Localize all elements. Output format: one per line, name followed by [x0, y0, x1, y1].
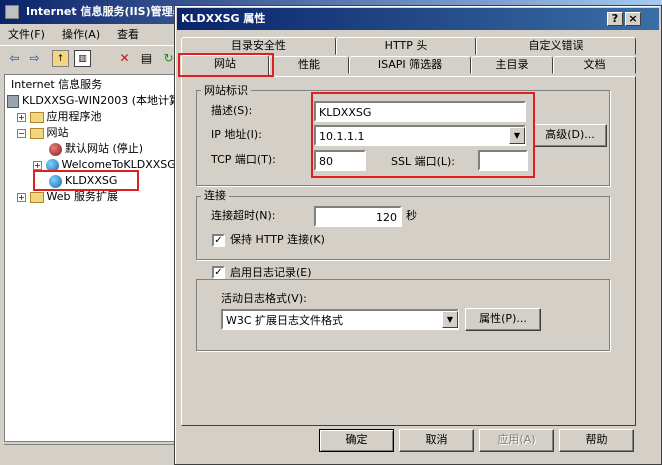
description-label: 描述(S):	[211, 104, 253, 117]
log-properties-button[interactable]: 属性(P)...	[465, 308, 541, 331]
tree-app-pools-label: 应用程序池	[46, 110, 102, 123]
log-properties-label: 属性(P)...	[479, 312, 527, 325]
connection-legend: 连接	[201, 189, 229, 202]
dialog-title-bar[interactable]: KLDXXSG 属性	[177, 8, 659, 30]
menu-file[interactable]: 文件(F)	[8, 27, 45, 43]
show-tree-icon[interactable]: ▥	[74, 50, 91, 67]
logging-legend[interactable]: 启用日志记录(E)	[227, 266, 315, 279]
folder-icon	[29, 127, 44, 139]
timeout-input[interactable]: 120	[314, 206, 402, 227]
menu-action[interactable]: 操作(A)	[62, 27, 100, 43]
website-icon	[49, 174, 62, 188]
folder-icon	[29, 111, 44, 123]
tree-item-welcome-site[interactable]: + WelcomeToKLDXXSG	[33, 157, 176, 173]
cancel-button-label: 取消	[425, 433, 448, 446]
iis-manager-icon	[5, 5, 19, 19]
apply-button-label: 应用(A)	[497, 433, 536, 446]
folder-icon	[29, 191, 44, 203]
tab-directory-security[interactable]: 目录安全性	[181, 37, 336, 55]
tab-website[interactable]: 网站	[181, 55, 269, 75]
tree-panel: Internet 信息服务 KLDXXSG-WIN2003 (本地计算 + 应用…	[4, 74, 180, 442]
main-window-title: Internet 信息服务(IIS)管理器	[26, 5, 184, 18]
tree-root-label: Internet 信息服务	[11, 78, 103, 91]
tree-websites-label: 网站	[46, 126, 69, 139]
server-icon	[7, 94, 19, 108]
ip-address-label: IP 地址(I):	[211, 128, 262, 141]
timeout-unit: 秒	[406, 209, 417, 222]
ssl-port-input[interactable]	[478, 150, 528, 171]
enable-logging-checkbox[interactable]: ✓	[212, 266, 225, 279]
tab-performance[interactable]: 性能	[269, 56, 349, 74]
properties-icon[interactable]: ▤	[138, 50, 155, 67]
website-icon	[45, 158, 59, 172]
tree-item-root[interactable]: Internet 信息服务	[11, 77, 102, 93]
tree-item-default-site[interactable]: 默认网站 (停止)	[49, 141, 143, 157]
tree-default-site-label: 默认网站 (停止)	[65, 142, 144, 155]
tcp-port-input[interactable]: 80	[314, 150, 366, 171]
keepalive-checkbox[interactable]: ✓	[212, 234, 225, 247]
log-format-combo[interactable]: W3C 扩展日志文件格式	[221, 309, 459, 330]
help-button-label: 帮助	[585, 433, 608, 446]
menu-view[interactable]: 查看	[117, 27, 139, 43]
tree-server-label: KLDXXSG-WIN2003 (本地计算	[22, 94, 181, 107]
ip-address-combo[interactable]: 10.1.1.1	[314, 125, 526, 146]
advanced-button-label: 高级(D)...	[545, 128, 595, 141]
chevron-down-icon[interactable]: ▼	[509, 127, 525, 144]
back-icon[interactable]: ⇦	[6, 50, 23, 67]
collapse-icon[interactable]: −	[17, 128, 26, 138]
tree-item-server[interactable]: KLDXXSG-WIN2003 (本地计算	[7, 93, 180, 109]
tree-welcome-site-label: WelcomeToKLDXXSG	[61, 158, 176, 171]
ok-button-label: 确定	[345, 433, 368, 446]
forward-icon[interactable]: ⇨	[26, 50, 43, 67]
dialog-help-button[interactable]: ?	[607, 12, 623, 26]
properties-dialog: KLDXXSG 属性 ? × 目录安全性 HTTP 头 自定义错误 网站 性能 …	[174, 5, 662, 465]
advanced-button[interactable]: 高级(D)...	[533, 124, 607, 147]
log-format-label: 活动日志格式(V):	[221, 292, 307, 305]
tab-home-directory[interactable]: 主目录	[471, 56, 553, 74]
ssl-port-label: SSL 端口(L):	[391, 155, 456, 168]
expand-icon[interactable]: +	[33, 160, 42, 170]
ok-button[interactable]: 确定	[319, 429, 394, 452]
stopped-site-icon	[49, 142, 62, 156]
tree-item-app-pools[interactable]: + 应用程序池	[17, 109, 102, 125]
expand-icon[interactable]: +	[17, 192, 26, 202]
dialog-close-button[interactable]: ×	[625, 12, 641, 26]
up-folder-icon[interactable]: ↑	[52, 50, 69, 67]
expand-icon[interactable]: +	[17, 112, 26, 122]
ip-address-value: 10.1.1.1	[319, 130, 365, 143]
tab-isapi-filters[interactable]: ISAPI 筛选器	[349, 56, 471, 74]
chevron-down-icon[interactable]: ▼	[442, 311, 458, 328]
site-id-legend: 网站标识	[201, 84, 251, 97]
keepalive-label[interactable]: 保持 HTTP 连接(K)	[230, 230, 325, 250]
menu-bar: 文件(F) 操作(A) 查看	[0, 24, 180, 45]
status-bar	[4, 444, 176, 462]
timeout-label: 连接超时(N):	[211, 209, 276, 222]
toolbar: ⇦ ⇨ ↑ ▥ ✕ ▤ ↻	[0, 45, 180, 71]
apply-button[interactable]: 应用(A)	[479, 429, 554, 452]
tab-documents[interactable]: 文档	[553, 56, 636, 74]
log-format-value: W3C 扩展日志文件格式	[226, 314, 344, 327]
tree-item-web-ext[interactable]: + Web 服务扩展	[17, 189, 118, 205]
tab-custom-errors[interactable]: 自定义错误	[476, 37, 636, 55]
cancel-button[interactable]: 取消	[399, 429, 474, 452]
dialog-title: KLDXXSG 属性	[181, 12, 266, 25]
tree-item-websites[interactable]: − 网站	[17, 125, 69, 141]
tcp-port-label: TCP 端口(T):	[211, 153, 276, 166]
help-button[interactable]: 帮助	[559, 429, 634, 452]
delete-icon[interactable]: ✕	[116, 50, 133, 67]
tree-web-ext-label: Web 服务扩展	[46, 190, 118, 203]
description-input[interactable]: KLDXXSG	[314, 101, 526, 122]
tree-item-kldxxsg[interactable]: KLDXXSG	[49, 173, 117, 189]
tab-http-headers[interactable]: HTTP 头	[336, 37, 476, 55]
tree-kldxxsg-label: KLDXXSG	[65, 174, 118, 187]
